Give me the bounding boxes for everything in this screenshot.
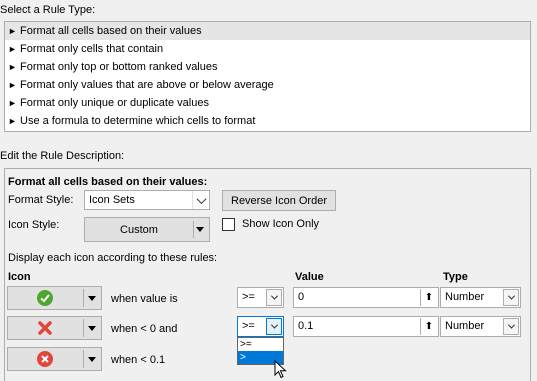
condition-label: when < 0.1 [111, 354, 166, 366]
arrow-right-icon: ► [8, 116, 17, 126]
show-icon-only-checkbox[interactable] [222, 218, 235, 231]
rule-type-item-label: Format all cells based on their values [20, 25, 202, 37]
format-style-select[interactable]: Icon Sets [84, 190, 210, 210]
divider [193, 221, 194, 238]
value-input-row-1[interactable]: 0 ⬆ [293, 287, 439, 308]
chevron-down-icon [503, 318, 519, 335]
rule-type-item[interactable]: ► Format all cells based on their values [5, 22, 530, 40]
format-style-value: Icon Sets [89, 194, 135, 206]
arrow-right-icon: ► [8, 44, 17, 54]
operator-value: >= [242, 291, 255, 303]
rule-type-item-label: Use a formula to determine which cells t… [20, 115, 256, 127]
format-style-label: Format Style: [8, 194, 74, 206]
rule-type-item-label: Format only unique or duplicate values [20, 97, 209, 109]
rule-type-label: Select a Rule Type: [0, 4, 96, 16]
value-text: 0 [298, 291, 305, 303]
operator-select-row-1[interactable]: >= [237, 287, 284, 308]
icon-select-row-2[interactable] [7, 316, 102, 340]
dropdown-option[interactable]: >= [238, 338, 283, 351]
rule-type-item[interactable]: ► Format only cells that contain [5, 40, 530, 58]
mouse-cursor-icon [274, 360, 287, 379]
type-value: Number [445, 291, 485, 303]
red-x-icon [37, 320, 53, 336]
icon-style-value: Custom [120, 223, 158, 236]
condition-label: when value is [111, 293, 178, 305]
rule-type-item[interactable]: ► Format only values that are above or be… [5, 76, 530, 94]
arrow-right-icon: ► [8, 26, 17, 36]
chevron-down-icon [192, 191, 209, 209]
icon-style-label: Icon Style: [8, 219, 60, 231]
description-heading: Format all cells based on their values: [8, 176, 208, 188]
chevron-down-icon [266, 318, 282, 335]
column-header-value: Value [295, 271, 324, 283]
arrow-right-icon: ► [8, 80, 17, 90]
range-select-icon[interactable]: ⬆ [420, 289, 437, 306]
type-select-row-2[interactable]: Number [440, 316, 521, 337]
rule-type-item-label: Format only top or bottom ranked values [20, 61, 218, 73]
range-select-icon[interactable]: ⬆ [420, 318, 437, 335]
type-select-row-1[interactable]: Number [440, 287, 521, 308]
dropdown-arrow-icon [88, 357, 96, 362]
show-icon-only-label: Show Icon Only [242, 218, 320, 230]
red-circle-x-icon [37, 351, 53, 367]
value-input-row-2[interactable]: 0.1 ⬆ [293, 316, 439, 337]
value-text: 0.1 [298, 320, 314, 332]
operator-value: >= [242, 320, 255, 332]
chevron-down-icon [266, 289, 282, 306]
rule-type-item[interactable]: ► Use a formula to determine which cells … [5, 112, 530, 130]
reverse-icon-order-button[interactable]: Reverse Icon Order [222, 190, 336, 211]
rule-description-label: Edit the Rule Description: [0, 150, 125, 162]
condition-label: when < 0 and [111, 323, 178, 335]
rule-type-list[interactable]: ► Format all cells based on their values … [4, 21, 531, 132]
column-header-icon: Icon [8, 271, 31, 283]
column-header-type: Type [443, 271, 468, 283]
dropdown-arrow-icon [196, 227, 204, 232]
rule-type-item-label: Format only values that are above or bel… [20, 79, 274, 91]
icon-select-row-3[interactable] [7, 347, 102, 371]
icon-select-row-1[interactable] [7, 286, 102, 310]
dropdown-arrow-icon [88, 296, 96, 301]
divider [83, 289, 84, 307]
arrow-right-icon: ► [8, 62, 17, 72]
icon-style-select[interactable]: Custom [84, 217, 210, 242]
rule-type-item[interactable]: ► Format only unique or duplicate values [5, 94, 530, 112]
rule-type-item-label: Format only cells that contain [20, 43, 164, 55]
divider [83, 350, 84, 368]
arrow-right-icon: ► [8, 98, 17, 108]
display-rules-label: Display each icon according to these rul… [8, 252, 218, 264]
rule-type-item[interactable]: ► Format only top or bottom ranked values [5, 58, 530, 76]
chevron-down-icon [503, 289, 519, 306]
dropdown-arrow-icon [88, 326, 96, 331]
operator-select-row-2[interactable]: >= [237, 316, 284, 337]
green-check-icon [37, 290, 53, 306]
type-value: Number [445, 320, 485, 332]
divider [83, 319, 84, 337]
